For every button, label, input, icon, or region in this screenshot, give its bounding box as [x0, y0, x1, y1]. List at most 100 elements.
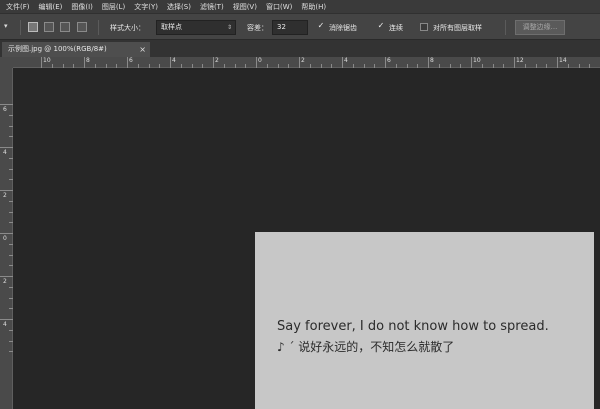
ruler-corner — [0, 57, 13, 68]
ruler-minor-tick — [9, 286, 13, 288]
ruler-minor-tick — [105, 64, 107, 68]
vertical-ruler[interactable]: 6 4 2 0 2 4 — [0, 68, 13, 409]
ruler-minor-tick — [9, 297, 13, 299]
contiguous-label: 连续 — [389, 24, 403, 32]
ruler-label: 2 — [301, 57, 305, 64]
ruler-tick — [256, 57, 257, 68]
ruler-minor-tick — [438, 64, 440, 68]
ruler-minor-tick — [449, 64, 451, 68]
ruler-minor-tick — [9, 211, 13, 213]
ruler-minor-tick — [395, 64, 397, 68]
image-canvas[interactable]: Say forever, I do not know how to spread… — [255, 232, 594, 409]
ruler-label: 4 — [172, 57, 176, 64]
ruler-minor-tick — [567, 64, 569, 68]
ruler-label: 8 — [430, 57, 434, 64]
horizontal-ruler[interactable]: 10 8 6 4 2 0 2 4 6 8 10 12 14 — [13, 57, 600, 68]
menu-help[interactable]: 帮助(H) — [301, 2, 326, 12]
ruler-tick — [471, 57, 472, 68]
menu-file[interactable]: 文件(F) — [6, 2, 30, 12]
close-icon[interactable]: × — [139, 42, 146, 57]
ruler-minor-tick — [116, 64, 118, 68]
ruler-minor-tick — [9, 200, 13, 202]
menu-image[interactable]: 图像(I) — [71, 2, 93, 12]
ruler-label: 10 — [473, 57, 481, 64]
menu-edit[interactable]: 编辑(E) — [39, 2, 63, 12]
ruler-minor-tick — [277, 64, 279, 68]
ruler-minor-tick — [180, 64, 182, 68]
refine-edge-button[interactable]: 调整边缘... — [515, 20, 565, 35]
ruler-tick — [0, 319, 13, 320]
ruler-tick — [428, 57, 429, 68]
ruler-minor-tick — [234, 64, 236, 68]
ruler-minor-tick — [9, 168, 13, 170]
ruler-minor-tick — [245, 64, 247, 68]
ruler-tick — [213, 57, 214, 68]
new-selection-icon[interactable] — [28, 22, 38, 32]
sample-all-layers-checkbox[interactable] — [420, 23, 428, 31]
tolerance-input[interactable]: 32 — [272, 20, 308, 35]
ruler-tick — [0, 233, 13, 234]
ruler-minor-tick — [191, 64, 193, 68]
anti-alias-label: 消除锯齿 — [329, 24, 357, 32]
contiguous-checkbox[interactable]: ✓ — [377, 22, 385, 31]
separator — [505, 20, 506, 35]
ruler-minor-tick — [309, 64, 311, 68]
ruler-minor-tick — [417, 64, 419, 68]
anti-alias-checkbox[interactable]: ✓ — [317, 22, 325, 31]
sample-size-value: 取样点 — [161, 23, 182, 31]
add-to-selection-icon[interactable] — [44, 22, 54, 32]
ruler-tick — [299, 57, 300, 68]
ruler-minor-tick — [159, 64, 161, 68]
ruler-label: 4 — [344, 57, 348, 64]
separator — [98, 20, 99, 35]
ruler-label: 2 — [3, 278, 7, 285]
options-bar: ▾ 样式大小： 取样点 ⇕ 容差： 32 ✓ 消除锯齿 ✓ 连续 对所有图层取样… — [0, 13, 600, 40]
ruler-tick — [127, 57, 128, 68]
ruler-minor-tick — [51, 64, 53, 68]
ruler-minor-tick — [223, 64, 225, 68]
ruler-minor-tick — [9, 340, 13, 342]
tolerance-label: 容差： — [247, 24, 268, 32]
ruler-label: 2 — [215, 57, 219, 64]
ruler-label: 10 — [43, 57, 51, 64]
tolerance-value: 32 — [277, 23, 286, 31]
ruler-tick — [170, 57, 171, 68]
document-tab[interactable]: 示例图.jpg @ 100%(RGB/8#) × — [2, 42, 150, 57]
menu-layer[interactable]: 图层(L) — [102, 2, 125, 12]
ruler-minor-tick — [9, 179, 13, 181]
ruler-minor-tick — [62, 64, 64, 68]
menu-select[interactable]: 选择(S) — [167, 2, 191, 12]
intersect-selection-icon[interactable] — [77, 22, 87, 32]
ruler-minor-tick — [9, 222, 13, 224]
ruler-minor-tick — [503, 64, 505, 68]
ruler-label: 8 — [86, 57, 90, 64]
ruler-tick — [557, 57, 558, 68]
sample-all-layers-label: 对所有图层取样 — [433, 24, 482, 32]
separator — [20, 20, 21, 35]
canvas-text-chinese: ♪ ˊ 说好永远的，不知怎么就散了 — [277, 340, 455, 354]
document-tab-strip: 示例图.jpg @ 100%(RGB/8#) × — [0, 40, 600, 57]
ruler-minor-tick — [331, 64, 333, 68]
ruler-label: 12 — [516, 57, 524, 64]
tool-preset-chevron-icon[interactable]: ▾ — [4, 22, 8, 30]
ruler-label: 6 — [3, 106, 7, 113]
menu-filter[interactable]: 滤镜(T) — [200, 2, 224, 12]
ruler-tick — [84, 57, 85, 68]
ruler-minor-tick — [9, 351, 13, 353]
ruler-tick — [0, 190, 13, 191]
ruler-minor-tick — [524, 64, 526, 68]
ruler-label: 14 — [559, 57, 567, 64]
ruler-tick — [0, 147, 13, 148]
ruler-minor-tick — [148, 64, 150, 68]
menu-bar: 文件(F) 编辑(E) 图像(I) 图层(L) 文字(Y) 选择(S) 滤镜(T… — [0, 0, 600, 13]
ruler-minor-tick — [9, 254, 13, 256]
ruler-minor-tick — [9, 329, 13, 331]
ruler-tick — [514, 57, 515, 68]
ruler-minor-tick — [492, 64, 494, 68]
menu-type[interactable]: 文字(Y) — [134, 2, 158, 12]
subtract-from-selection-icon[interactable] — [60, 22, 70, 32]
sample-size-select[interactable]: 取样点 ⇕ — [156, 20, 236, 35]
menu-view[interactable]: 视图(V) — [233, 2, 257, 12]
menu-window[interactable]: 窗口(W) — [266, 2, 292, 12]
ruler-tick — [0, 276, 13, 277]
